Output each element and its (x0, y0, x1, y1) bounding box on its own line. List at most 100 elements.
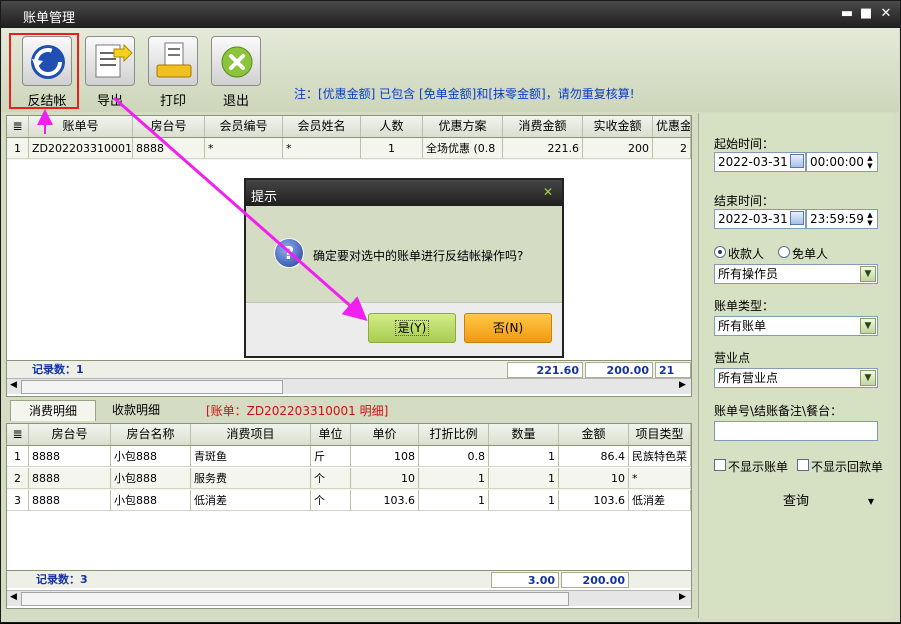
cell-room-name: 小包888 (111, 490, 191, 511)
table-row[interactable]: 3 8888 小包888 低消差个 103.6 1 1 103.6 低消差 (7, 490, 691, 512)
yes-button[interactable]: 是(Y) (368, 313, 456, 343)
export-label: 导出 (96, 94, 123, 109)
details-hscroll[interactable]: ◀ ▶ (7, 590, 691, 606)
close-button[interactable]: ✕ (878, 7, 894, 21)
bill-type-select[interactable]: 所有账单 ▼ (714, 316, 878, 336)
cell-unit: 个 (311, 490, 351, 511)
no-button[interactable]: 否(N) (464, 313, 552, 343)
col-item[interactable]: 消费项目 (191, 424, 311, 445)
exit-button[interactable]: 退出 (205, 32, 267, 109)
exit-label: 退出 (222, 94, 249, 109)
calendar-icon[interactable] (790, 154, 804, 168)
cell-price: 10 (351, 468, 419, 489)
search-input[interactable] (714, 421, 878, 441)
end-time-input[interactable]: 23:59:59 ▲ ▼ (806, 209, 878, 229)
cell-price: 103.6 (351, 490, 419, 511)
hide-refund-checkbox[interactable] (797, 459, 809, 471)
export-button[interactable]: 导出 (79, 32, 141, 109)
col-plan[interactable]: 优惠方案 (423, 116, 503, 137)
operator-select[interactable]: 所有操作员 ▼ (714, 264, 878, 284)
col-member-name[interactable]: 会员姓名 (283, 116, 361, 137)
end-time-label: 结束时间： (714, 194, 775, 208)
bill-type-value: 所有账单 (718, 319, 767, 333)
col-room[interactable]: 房台号 (133, 116, 205, 137)
radio-free[interactable] (778, 246, 790, 258)
title-bar: 账单管理 ▬ ■ ✕ (1, 1, 900, 28)
dialog-close-icon[interactable]: ✕ (543, 185, 553, 199)
cell-unit: 斤 (311, 446, 351, 467)
cell-member-no: * (205, 138, 283, 159)
sum-consume: 221.60 (507, 362, 583, 378)
grid-menu-icon[interactable]: ≣ (7, 116, 29, 137)
cell-unit: 个 (311, 468, 351, 489)
start-time-input[interactable]: 00:00:00 ▲ ▼ (806, 152, 878, 172)
cell-bill-no: ZD202203310001 (29, 138, 133, 159)
bill-type-label: 账单类型： (714, 299, 775, 313)
col-consume[interactable]: 消费金额 (503, 116, 583, 137)
spinner-icon[interactable]: ▲ ▼ (865, 154, 875, 170)
bills-hscroll[interactable]: ◀ ▶ (7, 378, 691, 394)
tab-receipt-detail[interactable]: 收款明细 (94, 400, 178, 421)
sum-discount: 21 (655, 362, 691, 378)
start-time-value: 00:00:00 (810, 155, 864, 169)
radio-cashier[interactable] (714, 246, 726, 258)
spinner-icon[interactable]: ▲ ▼ (865, 211, 875, 227)
bills-scroll-thumb[interactable] (21, 380, 283, 394)
details-grid: ≣ 房台号 房台名称 消费项目 单位 单价 打折比例 数量 金额 项目类型 18… (6, 423, 692, 609)
col-qty[interactable]: 数量 (489, 424, 559, 445)
yes-label: 是(Y) (394, 320, 430, 336)
hide-bill-checkbox[interactable] (714, 459, 726, 471)
grid-menu-icon[interactable]: ≣ (7, 424, 29, 445)
scroll-left-icon[interactable]: ◀ (10, 380, 17, 390)
scroll-left-icon[interactable]: ◀ (10, 592, 17, 602)
tab-consume-detail[interactable]: 消费明细 (10, 400, 97, 421)
scroll-right-icon[interactable]: ▶ (679, 380, 686, 390)
col-people[interactable]: 人数 (361, 116, 423, 137)
bills-summary: 记录数：1 221.60 200.00 21 (7, 360, 691, 378)
query-button[interactable]: 查询 ▼ (714, 491, 878, 513)
chevron-down-icon[interactable]: ▼ (860, 318, 876, 334)
col-unit[interactable]: 单位 (311, 424, 351, 445)
chevron-down-icon[interactable]: ▼ (860, 266, 876, 282)
col-type[interactable]: 项目类型 (629, 424, 691, 445)
business-point-select[interactable]: 所有营业点 ▼ (714, 368, 878, 388)
cell-num: 3 (7, 490, 29, 511)
cell-ratio: 1 (419, 468, 489, 489)
cell-price: 108 (351, 446, 419, 467)
table-row[interactable]: 1 8888 小包888 青斑鱼斤 108 0.8 1 86.4 民族特色菜 (7, 446, 691, 468)
table-row[interactable]: 1 ZD202203310001 8888 * * 1 全场优惠 (0.8 22… (7, 138, 691, 160)
dialog-title: 提示 (251, 190, 278, 205)
col-room-name[interactable]: 房台名称 (111, 424, 191, 445)
query-label: 查询 (782, 494, 809, 509)
cell-people: 1 (361, 138, 423, 159)
chevron-down-icon[interactable]: ▼ (868, 491, 874, 513)
col-bill-no[interactable]: 账单号 (29, 116, 133, 137)
cell-amount: 103.6 (559, 490, 629, 511)
chevron-down-icon[interactable]: ▼ (860, 370, 876, 386)
cell-type: * (629, 468, 691, 489)
cell-type: 民族特色菜 (629, 446, 691, 467)
col-amount[interactable]: 金额 (559, 424, 629, 445)
print-button[interactable]: 打印 (142, 32, 204, 109)
calendar-icon[interactable] (790, 211, 804, 225)
table-row[interactable]: 2 8888 小包888 服务费个 10 1 1 10 * (7, 468, 691, 490)
search-label: 账单号\结账备注\餐台： (714, 404, 843, 418)
col-ratio[interactable]: 打折比例 (419, 424, 489, 445)
business-point-label: 营业点 (714, 351, 751, 365)
business-point-value: 所有营业点 (718, 371, 779, 385)
question-icon: ? (274, 238, 304, 268)
cell-received: 200 (583, 138, 653, 159)
col-received[interactable]: 实收金额 (583, 116, 653, 137)
hide-refund-label: 不显示回款单 (811, 460, 884, 474)
scroll-right-icon[interactable]: ▶ (679, 592, 686, 602)
exit-icon (211, 36, 261, 86)
details-scroll-thumb[interactable] (21, 592, 569, 606)
maximize-button[interactable]: ■ (858, 7, 874, 21)
cell-room: 8888 (29, 490, 111, 511)
col-room[interactable]: 房台号 (29, 424, 111, 445)
col-member-no[interactable]: 会员编号 (205, 116, 283, 137)
col-price[interactable]: 单价 (351, 424, 419, 445)
cell-room-name: 小包888 (111, 468, 191, 489)
col-discount[interactable]: 优惠金 (653, 116, 691, 137)
minimize-button[interactable]: ▬ (839, 7, 855, 21)
